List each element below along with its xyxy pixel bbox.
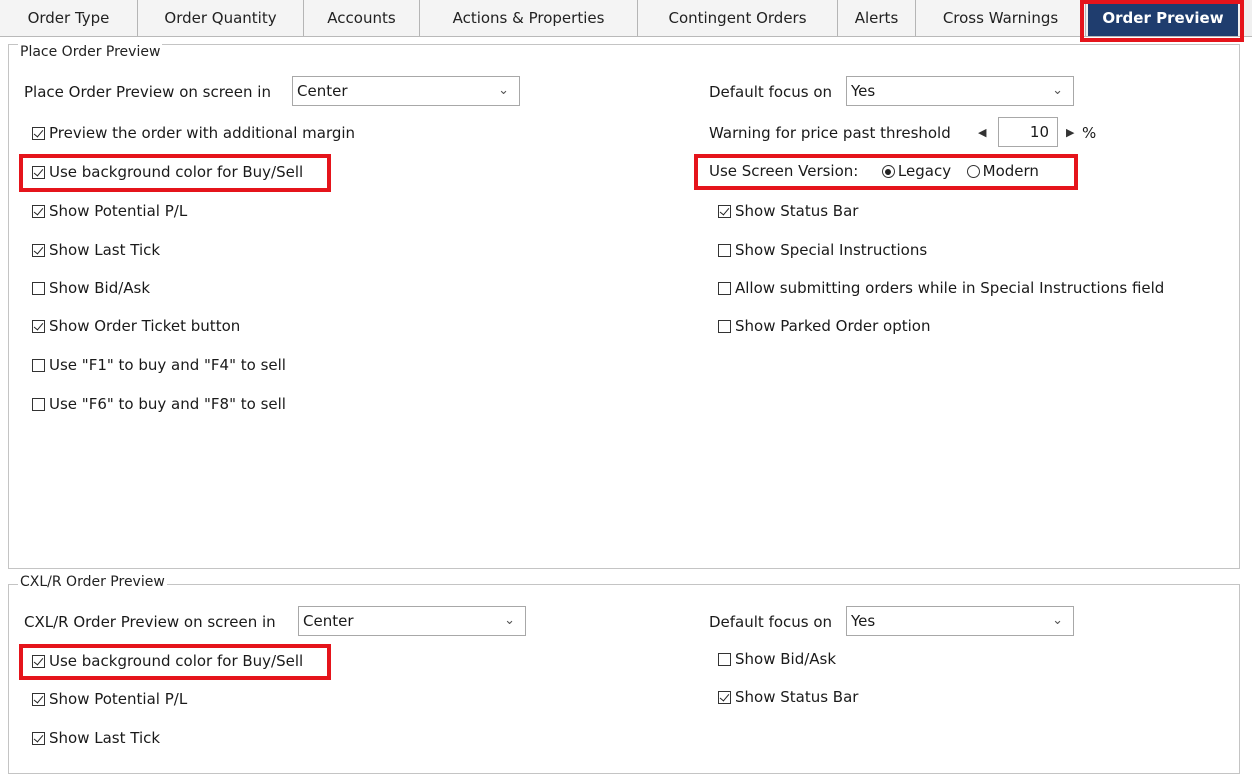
cxl-option-row[interactable]: Show Potential P/L xyxy=(32,688,187,710)
radio-modern[interactable] xyxy=(966,165,980,178)
checkbox[interactable] xyxy=(718,320,731,333)
option-label: Show Potential P/L xyxy=(49,690,188,708)
option-label: Use background color for Buy/Sell xyxy=(49,163,304,181)
threshold-unit: % xyxy=(1082,124,1097,142)
place-right-option-row[interactable]: Show Parked Order option xyxy=(718,315,930,337)
place-order-preview-legend: Place Order Preview xyxy=(18,44,163,60)
cxl-focus-label: Default focus on xyxy=(709,613,833,631)
option-label: Show Status Bar xyxy=(735,202,859,220)
option-label: Show Parked Order option xyxy=(735,317,931,335)
threshold-input[interactable]: 10 xyxy=(998,117,1058,147)
cxl-screen-label: CXL/R Order Preview on screen in xyxy=(24,613,276,631)
tab-actions-properties[interactable]: Actions & Properties xyxy=(420,0,638,36)
tab-order-quantity[interactable]: Order Quantity xyxy=(138,0,304,36)
checkbox[interactable] xyxy=(718,691,731,704)
radio-legacy[interactable] xyxy=(881,165,895,178)
tab-cross-warnings[interactable]: Cross Warnings xyxy=(916,0,1086,36)
cxl-option-row[interactable]: Use background color for Buy/Sell xyxy=(32,650,303,672)
checkbox[interactable] xyxy=(32,398,45,411)
chevron-down-icon: ⌄ xyxy=(1052,613,1063,628)
option-label: Show Order Ticket button xyxy=(49,317,241,335)
tab-alerts[interactable]: Alerts xyxy=(838,0,916,36)
place-option-row[interactable]: Show Bid/Ask xyxy=(32,277,150,299)
tab-bar: Order Type Order Quantity Accounts Actio… xyxy=(0,0,1252,37)
option-label: Show Bid/Ask xyxy=(735,650,837,668)
checkbox[interactable] xyxy=(718,653,731,666)
place-screen-label: Place Order Preview on screen in xyxy=(24,83,271,101)
checkbox[interactable] xyxy=(32,244,45,257)
place-focus-select[interactable]: Yes ⌄ xyxy=(846,76,1074,106)
place-option-row[interactable]: Use background color for Buy/Sell xyxy=(32,161,303,183)
chevron-down-icon: ⌄ xyxy=(1052,83,1063,98)
cxl-focus-value: Yes xyxy=(851,612,876,630)
option-label: Show Bid/Ask xyxy=(49,279,151,297)
place-screen-value: Center xyxy=(297,82,348,100)
radio-legacy-label[interactable]: Legacy xyxy=(898,162,951,180)
place-option-row[interactable]: Show Last Tick xyxy=(32,239,160,261)
cxl-right-option-row[interactable]: Show Bid/Ask xyxy=(718,648,836,670)
place-option-row[interactable]: Preview the order with additional margin xyxy=(32,122,355,144)
checkbox[interactable] xyxy=(718,282,731,295)
tab-order-type[interactable]: Order Type xyxy=(0,0,138,36)
checkbox[interactable] xyxy=(32,359,45,372)
arrow-left-icon[interactable]: ◀ xyxy=(978,122,986,144)
option-label: Show Special Instructions xyxy=(735,241,928,259)
checkbox[interactable] xyxy=(32,166,45,179)
checkbox[interactable] xyxy=(32,693,45,706)
place-option-row[interactable]: Use "F1" to buy and "F4" to sell xyxy=(32,354,286,376)
screen-version-group: Use Screen Version: Legacy Modern xyxy=(709,160,1039,182)
place-option-row[interactable]: Show Potential P/L xyxy=(32,200,187,222)
cxl-option-row[interactable]: Show Last Tick xyxy=(32,727,160,749)
checkbox[interactable] xyxy=(718,244,731,257)
option-label: Show Last Tick xyxy=(49,241,161,259)
place-right-option-row[interactable]: Show Status Bar xyxy=(718,200,858,222)
threshold-label: Warning for price past threshold xyxy=(709,124,951,142)
place-right-option-row[interactable]: Allow submitting orders while in Special… xyxy=(718,277,1164,299)
chevron-down-icon: ⌄ xyxy=(498,83,509,98)
option-label: Use "F1" to buy and "F4" to sell xyxy=(49,356,286,374)
checkbox[interactable] xyxy=(32,320,45,333)
tab-contingent-orders[interactable]: Contingent Orders xyxy=(638,0,838,36)
option-label: Use "F6" to buy and "F8" to sell xyxy=(49,395,286,413)
screen-version-label: Use Screen Version: xyxy=(709,162,859,180)
checkbox[interactable] xyxy=(32,127,45,140)
option-label: Preview the order with additional margin xyxy=(49,124,356,142)
chevron-down-icon: ⌄ xyxy=(504,613,515,628)
arrow-right-icon[interactable]: ▶ xyxy=(1066,122,1074,144)
cxl-right-option-row[interactable]: Show Status Bar xyxy=(718,686,858,708)
option-label: Show Potential P/L xyxy=(49,202,188,220)
tab-order-preview[interactable]: Order Preview xyxy=(1088,0,1238,36)
cxl-focus-select[interactable]: Yes ⌄ xyxy=(846,606,1074,636)
checkbox[interactable] xyxy=(32,655,45,668)
option-label: Show Last Tick xyxy=(49,729,161,747)
cxl-screen-value: Center xyxy=(303,612,354,630)
option-label: Use background color for Buy/Sell xyxy=(49,652,304,670)
checkbox[interactable] xyxy=(718,205,731,218)
checkbox[interactable] xyxy=(32,205,45,218)
cxl-screen-select[interactable]: Center ⌄ xyxy=(298,606,526,636)
option-label: Allow submitting orders while in Special… xyxy=(735,279,1165,297)
cxl-order-preview-legend: CXL/R Order Preview xyxy=(18,574,167,590)
place-screen-select[interactable]: Center ⌄ xyxy=(292,76,520,106)
place-focus-label: Default focus on xyxy=(709,83,833,101)
place-focus-value: Yes xyxy=(851,82,876,100)
place-option-row[interactable]: Use "F6" to buy and "F8" to sell xyxy=(32,393,286,415)
option-label: Show Status Bar xyxy=(735,688,859,706)
place-option-row[interactable]: Show Order Ticket button xyxy=(32,315,240,337)
radio-modern-label[interactable]: Modern xyxy=(983,162,1039,180)
place-right-option-row[interactable]: Show Special Instructions xyxy=(718,239,927,261)
checkbox[interactable] xyxy=(32,732,45,745)
tab-accounts[interactable]: Accounts xyxy=(304,0,420,36)
checkbox[interactable] xyxy=(32,282,45,295)
